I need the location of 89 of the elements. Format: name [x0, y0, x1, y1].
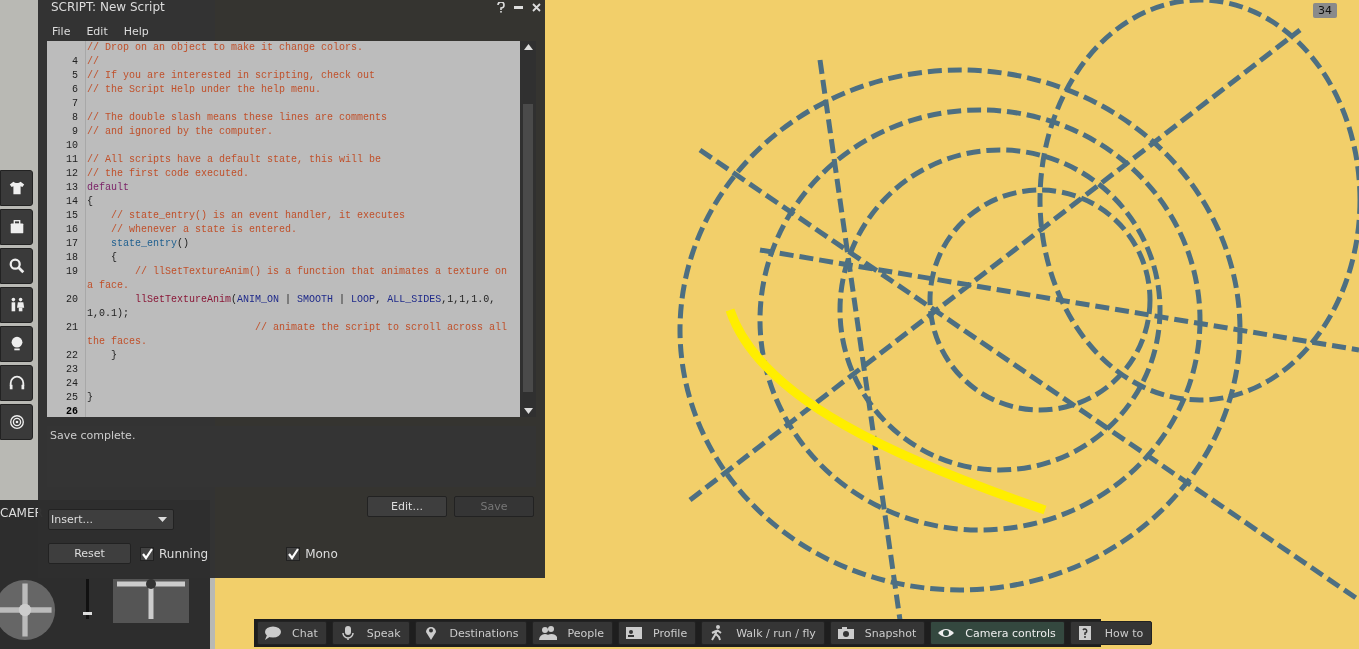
line-number: 23 [47, 363, 86, 377]
line-number: 8 [47, 111, 86, 125]
insert-dropdown[interactable]: Insert... [48, 509, 174, 530]
code-line: { [110, 251, 117, 265]
line-number: 9 [47, 125, 86, 139]
line-number: 18 [47, 251, 86, 265]
line-number: 12 [47, 167, 86, 181]
counter-badge: 34 [1313, 3, 1337, 18]
line-number: 16 [47, 223, 86, 237]
code-line: // whenever a state is entered. [110, 223, 298, 237]
code-line: a face. [86, 279, 129, 293]
help-icon[interactable] [497, 1, 505, 13]
people-icon [539, 625, 558, 641]
line-number: 24 [47, 377, 86, 391]
line-number: 10 [47, 139, 86, 153]
toolbar-button[interactable]: Chat [257, 621, 327, 645]
code-line: } [86, 391, 93, 405]
pan-control[interactable] [113, 579, 189, 623]
window-title: SCRIPT: New Script [51, 0, 165, 14]
line-number: 25 [47, 391, 86, 405]
code-line: llSetTextureAnim(ANIM_ON | SMOOTH | LOOP, ALL_SIDES,1,1,1.0, [134, 293, 496, 307]
joystick-control[interactable] [0, 579, 56, 641]
code-line: // [86, 55, 99, 69]
checkbox[interactable]: Mono [286, 546, 338, 561]
status-message: Save complete. [50, 429, 136, 442]
radar-icon[interactable] [0, 404, 33, 440]
code-line: // the first code executed. [86, 167, 250, 181]
code-line: { [86, 195, 93, 209]
code-line: } [110, 349, 117, 363]
line-number: 20 [47, 293, 86, 307]
toolbar-button[interactable]: People [532, 621, 613, 645]
code-editor[interactable] [47, 41, 536, 417]
menu-item[interactable]: Edit [82, 23, 112, 39]
search-icon[interactable] [0, 248, 33, 284]
line-number: 17 [47, 237, 86, 251]
line-number: 4 [47, 55, 86, 69]
toolbar-button[interactable]: Profile [617, 621, 697, 645]
line-number: 19 [47, 265, 86, 279]
scroll-up-icon[interactable] [523, 44, 533, 50]
checkbox-box[interactable] [286, 546, 301, 561]
headphones-icon[interactable] [0, 365, 33, 401]
toolbar-button[interactable]: Snapshot [829, 621, 926, 645]
toolbar-button[interactable]: Speak [331, 621, 410, 645]
line-number: 7 [47, 97, 86, 111]
code-line: the faces. [86, 335, 147, 349]
bag-icon[interactable] [0, 209, 33, 245]
code-line: // All scripts have a default state, this will be [86, 153, 382, 167]
checkbox-box[interactable] [140, 546, 154, 561]
caret-icon [158, 517, 167, 522]
close-icon[interactable] [532, 2, 541, 12]
toolbar-button[interactable]: Destinations [414, 621, 528, 645]
toolbar-button[interactable]: Camera controls [930, 621, 1065, 645]
code-line: 1,0.1); [86, 307, 129, 321]
scroll-down-icon[interactable] [523, 408, 533, 414]
toolbar-button[interactable]: How to [1069, 621, 1153, 645]
id-card-icon [624, 625, 643, 641]
code-line: state_entry() [110, 237, 190, 251]
menu-item[interactable]: File [48, 23, 75, 39]
line-number: 5 [47, 69, 86, 83]
code-line: // llSetTextureAnim() is a function that animates a texture on [134, 265, 508, 279]
minimize-icon[interactable] [514, 5, 523, 9]
code-line: // The double slash means these lines are comments [86, 111, 388, 125]
edit-button[interactable]: Edit... [367, 496, 447, 517]
line-number: 21 [47, 321, 86, 335]
toolbar-button[interactable]: Walk / run / fly [701, 621, 825, 645]
slider-thumb[interactable] [83, 612, 92, 615]
line-number: 26 [47, 405, 86, 417]
scrollbar[interactable] [520, 41, 536, 417]
panel-title: CAMER [0, 506, 43, 520]
menu-item[interactable]: Help [119, 23, 153, 39]
reset-button[interactable]: Reset [48, 543, 131, 564]
camera-icon [836, 625, 855, 641]
people-icon[interactable] [0, 287, 33, 323]
code-line: default [86, 181, 129, 195]
code-line: // state_entry() is an event handler, it executes [110, 209, 406, 223]
speech-bubble-icon [264, 625, 282, 641]
checkbox[interactable]: Running [140, 546, 209, 561]
code-line: // Drop on an object to make it change colors. [86, 41, 364, 55]
line-number: 14 [47, 195, 86, 209]
shirt-icon[interactable] [0, 170, 33, 206]
code-line: // the Script Help under the help menu. [86, 83, 322, 97]
line-number: 22 [47, 349, 86, 363]
line-number: 11 [47, 153, 86, 167]
line-number: 15 [47, 209, 86, 223]
code-line: // If you are interested in scripting, check out [86, 69, 376, 83]
line-number: 13 [47, 181, 86, 195]
line-number: 6 [47, 83, 86, 97]
code-line: // animate the script to scroll across all [254, 321, 508, 335]
code-line: // and ignored by the computer. [86, 125, 274, 139]
